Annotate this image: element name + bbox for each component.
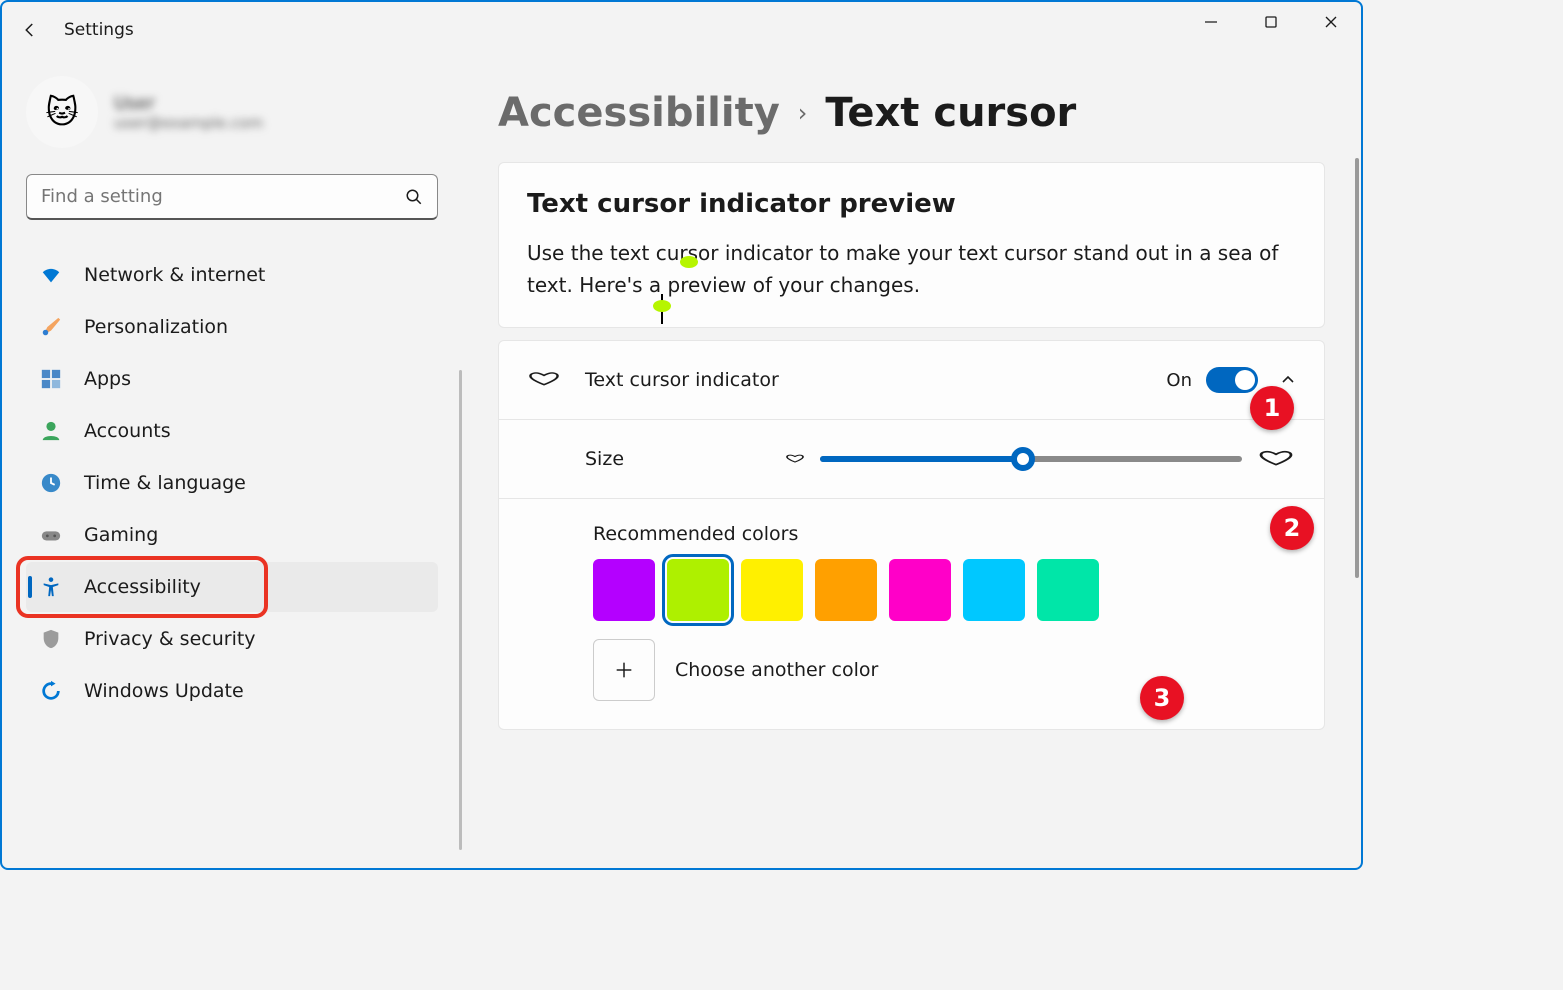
search-input[interactable] [41, 186, 405, 207]
size-row: Size [499, 419, 1324, 498]
update-icon [40, 680, 62, 702]
apps-icon [40, 368, 62, 390]
choose-color-label: Choose another color [675, 659, 878, 681]
user-account[interactable]: 🐱 User user@example.com [26, 72, 438, 152]
annotation-badge-1: 1 [1250, 386, 1294, 430]
minimize-button[interactable] [1181, 2, 1241, 42]
choose-color-button[interactable] [593, 639, 655, 701]
close-icon [1324, 15, 1338, 29]
main-scrollbar[interactable] [1355, 158, 1359, 578]
app-title: Settings [64, 20, 134, 40]
color-swatch-1[interactable] [667, 559, 729, 621]
sidebar-item-label: Accessibility [84, 576, 201, 598]
color-swatch-4[interactable] [889, 559, 951, 621]
sidebar-item-label: Time & language [84, 472, 246, 494]
user-email: user@example.com [114, 114, 263, 132]
annotation-badge-3: 3 [1140, 676, 1184, 720]
slider-thumb[interactable] [1011, 447, 1035, 471]
sidebar-item-privacy-security[interactable]: Privacy & security [26, 614, 438, 664]
search-box[interactable] [26, 174, 438, 220]
gamepad-icon [40, 524, 62, 546]
plus-icon [613, 659, 635, 681]
size-label: Size [585, 448, 624, 470]
sidebar-item-apps[interactable]: Apps [26, 354, 438, 404]
preview-card: Text cursor indicator preview Use the te… [498, 162, 1325, 328]
color-swatch-6[interactable] [1037, 559, 1099, 621]
colors-label: Recommended colors [593, 523, 1296, 545]
minimize-icon [1204, 15, 1218, 29]
brush-icon [40, 316, 62, 338]
size-slider[interactable] [820, 456, 1242, 462]
sidebar-item-label: Privacy & security [84, 628, 256, 650]
maximize-icon [1264, 15, 1278, 29]
chevron-right-icon: › [798, 99, 808, 127]
sidebar-item-label: Personalization [84, 316, 228, 338]
color-swatch-0[interactable] [593, 559, 655, 621]
avatar: 🐱 [26, 76, 98, 148]
sidebar-item-accounts[interactable]: Accounts [26, 406, 438, 456]
indicator-label: Text cursor indicator [585, 369, 779, 391]
sidebar-item-label: Gaming [84, 524, 158, 546]
close-button[interactable] [1301, 2, 1361, 42]
sidebar-item-label: Apps [84, 368, 131, 390]
sidebar-item-time-language[interactable]: Time & language [26, 458, 438, 508]
cursor-indicator-icon [527, 363, 561, 397]
preview-title: Text cursor indicator preview [527, 189, 1296, 219]
sidebar-item-personalization[interactable]: Personalization [26, 302, 438, 352]
wifi-icon [40, 264, 62, 286]
breadcrumb-parent[interactable]: Accessibility [498, 90, 780, 136]
sidebar-item-gaming[interactable]: Gaming [26, 510, 438, 560]
sidebar-item-accessibility[interactable]: Accessibility [26, 562, 438, 612]
preview-text: Use the text cursor indicator to make yo… [527, 237, 1296, 301]
person-icon [40, 420, 62, 442]
breadcrumb: Accessibility › Text cursor [498, 90, 1325, 136]
indicator-row[interactable]: Text cursor indicator On [499, 341, 1324, 419]
clock-icon [40, 472, 62, 494]
back-button[interactable] [16, 16, 44, 44]
breadcrumb-current: Text cursor [825, 90, 1076, 136]
accessibility-icon [40, 576, 62, 598]
colors-section: Recommended colors Choose another color [499, 498, 1324, 729]
user-name: User [114, 93, 263, 114]
size-max-icon [1256, 444, 1296, 474]
size-min-icon [784, 451, 806, 467]
chevron-up-icon[interactable] [1280, 372, 1296, 388]
indicator-card: Text cursor indicator On Size [498, 340, 1325, 730]
color-swatch-5[interactable] [963, 559, 1025, 621]
sidebar-item-windows-update[interactable]: Windows Update [26, 666, 438, 716]
search-icon [405, 188, 423, 206]
color-swatch-3[interactable] [815, 559, 877, 621]
indicator-toggle[interactable] [1206, 367, 1258, 393]
sidebar-item-label: Accounts [84, 420, 171, 442]
color-swatch-2[interactable] [741, 559, 803, 621]
maximize-button[interactable] [1241, 2, 1301, 42]
annotation-badge-2: 2 [1270, 506, 1314, 550]
shield-icon [40, 628, 62, 650]
arrow-left-icon [21, 21, 39, 39]
sidebar-item-label: Network & internet [84, 264, 265, 286]
toggle-state-label: On [1166, 370, 1192, 391]
sidebar-item-label: Windows Update [84, 680, 244, 702]
sidebar-item-network-internet[interactable]: Network & internet [26, 250, 438, 300]
